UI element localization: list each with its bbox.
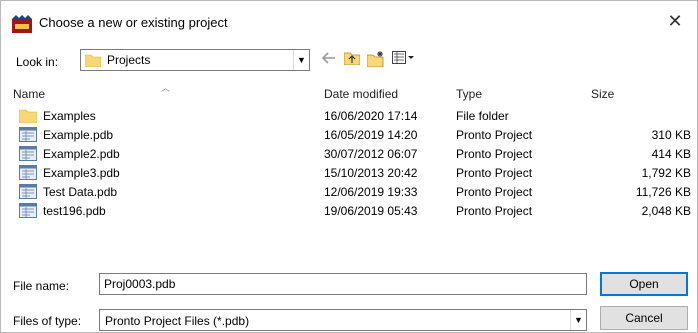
list-item-example2-pdb[interactable]: Example2.pdb 30/07/2012 06:07 Pronto Pro… [9,144,691,163]
new-folder-icon[interactable] [366,51,385,69]
list-item-example-pdb[interactable]: Example.pdb 16/05/2019 14:20 Pronto Proj… [9,125,691,144]
chevron-down-icon[interactable]: ▼ [570,310,586,330]
sort-ascending-icon: ︿ [161,83,171,93]
chevron-down-icon[interactable]: ▼ [293,50,309,70]
file-dialog: Choose a new or existing project ✕ Look … [0,0,698,333]
look-in-dropdown[interactable]: Projects ▼ [80,49,310,71]
files-of-type-dropdown[interactable]: Pronto Project Files (*.pdb) ▼ [99,309,587,331]
file-size: 1,792 KB [641,166,691,180]
list-item-test196-pdb[interactable]: test196.pdb 19/06/2019 05:43 Pronto Proj… [9,201,691,220]
file-size: 310 KB [651,128,691,142]
file-date: 12/06/2019 19:33 [324,185,418,199]
file-type: Pronto Project [456,128,533,142]
file-size: 11,726 KB [635,185,691,199]
file-type: Pronto Project [456,147,533,161]
file-type: Pronto Project [456,204,533,218]
file-type: Pronto Project [456,185,533,199]
files-of-type-value: Pronto Project Files (*.pdb) [105,314,250,328]
open-button[interactable]: Open [600,272,688,296]
file-name: Test Data.pdb [43,185,118,199]
look-in-value: Projects [107,53,151,67]
window-title: Choose a new or existing project [39,15,228,30]
file-type: File folder [456,109,509,123]
file-list[interactable]: ︿ Name Date modified Type Size Examples … [9,79,691,249]
file-name: Example2.pdb [43,147,120,161]
file-date: 15/10/2013 20:42 [324,166,418,180]
file-date: 19/06/2019 05:43 [324,204,418,218]
column-header-size[interactable]: Size [591,87,614,101]
file-name: test196.pdb [43,204,106,218]
list-item-test-data-pdb[interactable]: Test Data.pdb 12/06/2019 19:33 Pronto Pr… [9,182,691,201]
pdb-file-icon [19,184,37,199]
column-header-type[interactable]: Type [456,87,482,101]
pdb-file-icon [19,203,37,218]
pdb-file-icon [19,165,37,180]
app-icon [12,15,32,33]
title-bar: Choose a new or existing project ✕ [1,1,697,45]
look-in-label: Look in: [16,55,59,69]
file-name-label: File name: [13,279,70,293]
list-item-examples[interactable]: Examples 16/06/2020 17:14 File folder [9,106,691,125]
column-header-name[interactable]: Name [13,87,45,101]
pdb-file-icon [19,127,37,142]
back-arrow-icon[interactable] [321,51,337,69]
file-date: 30/07/2012 06:07 [324,147,418,161]
file-name: Example.pdb [43,128,114,142]
file-name: Example3.pdb [43,166,120,180]
folder-icon [18,108,38,124]
file-name-input[interactable] [99,273,587,295]
file-type: Pronto Project [456,166,533,180]
column-header-date[interactable]: Date modified [324,87,398,101]
file-date: 16/06/2020 17:14 [324,109,418,123]
file-name: Examples [43,109,96,123]
view-menu-icon[interactable] [391,51,415,69]
up-folder-icon[interactable] [343,51,361,69]
file-date: 16/05/2019 14:20 [324,128,418,142]
files-of-type-label: Files of type: [13,314,82,328]
close-icon[interactable]: ✕ [663,11,687,33]
pdb-file-icon [19,146,37,161]
folder-icon [84,53,102,68]
file-size: 2,048 KB [641,204,691,218]
cancel-button[interactable]: Cancel [600,306,688,330]
list-item-example3-pdb[interactable]: Example3.pdb 15/10/2013 20:42 Pronto Pro… [9,163,691,182]
file-size: 414 KB [651,147,691,161]
